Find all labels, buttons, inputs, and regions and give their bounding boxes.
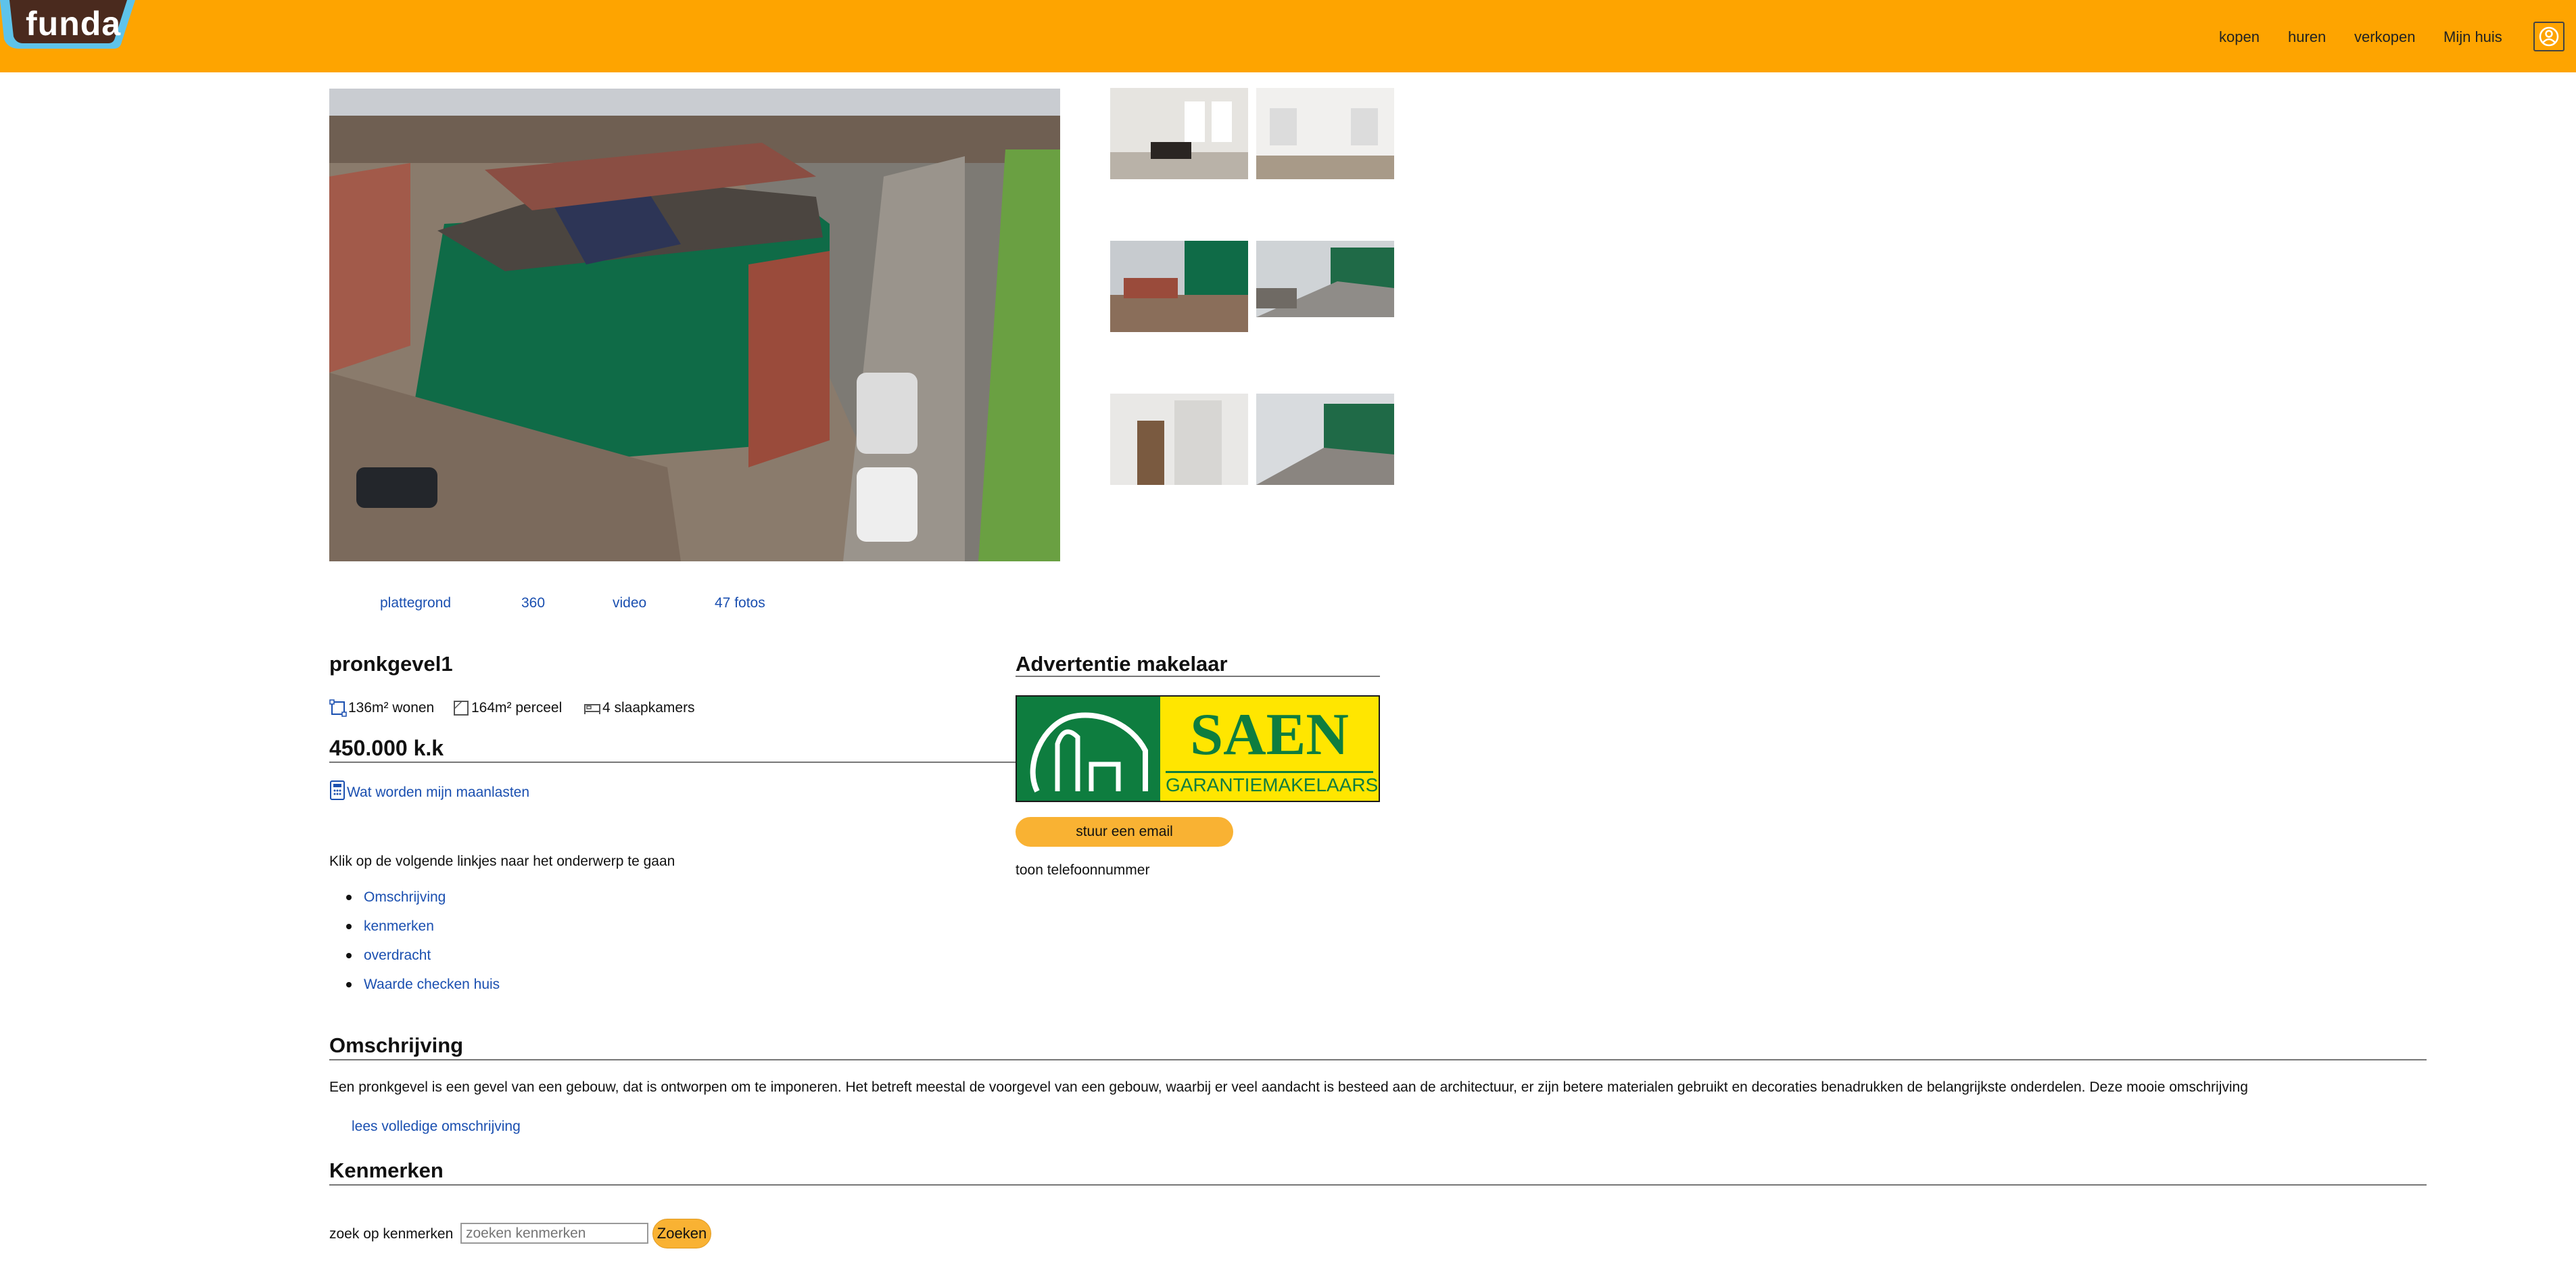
bullet — [346, 952, 352, 958]
description-title: Omschrijving — [329, 1033, 464, 1057]
toc-item: Omschrijving — [346, 883, 500, 912]
feature-living-area: 136m² wonen — [329, 699, 434, 717]
feature-text: 164m² perceel — [471, 700, 563, 716]
agent-title: Advertentie makelaar — [1016, 652, 1228, 676]
thumbnail-image — [1110, 394, 1248, 485]
bullet — [346, 894, 352, 900]
monthly-costs-label: Wat worden mijn maanlasten — [347, 785, 530, 800]
toc-intro: Klik op de volgende linkjes naar het ond… — [329, 854, 675, 869]
funda-logo-text: funda — [26, 5, 122, 43]
email-agent-button[interactable]: stuur een email — [1016, 817, 1233, 847]
kenmerken-divider — [329, 1184, 2427, 1186]
funda-logo[interactable]: funda — [0, 0, 135, 50]
floor-area-icon — [329, 699, 347, 717]
bullet — [346, 923, 352, 929]
toc-list: Omschrijving kenmerken overdracht Waarde… — [346, 883, 500, 999]
toc-item: Waarde checken huis — [346, 970, 500, 999]
user-circle-icon — [2539, 26, 2559, 47]
thumbnail-image — [1110, 88, 1248, 179]
house-photo-image — [329, 89, 1060, 561]
plot-area-icon — [454, 701, 469, 716]
search-button[interactable]: Zoeken — [652, 1219, 711, 1248]
agent-logo-mark — [1017, 697, 1160, 801]
floorplan-link[interactable]: plattegrond — [380, 595, 451, 611]
house-logo-icon — [1030, 712, 1148, 793]
feature-text: 136m² wonen — [348, 700, 435, 716]
thumbnail-image — [1256, 88, 1394, 179]
all-photos-link[interactable]: 47 fotos — [715, 595, 765, 611]
agent-logo[interactable]: SAEN GARANTIEMAKELAARS — [1016, 695, 1380, 802]
toc-link-omschrijving[interactable]: Omschrijving — [364, 889, 446, 906]
agent-divider — [1016, 676, 1380, 677]
main-house-photo[interactable] — [329, 89, 1060, 561]
nav-verkopen[interactable]: verkopen — [2354, 28, 2416, 46]
agent-logo-text-area: SAEN GARANTIEMAKELAARS — [1160, 697, 1379, 801]
toc-link-kenmerken[interactable]: kenmerken — [364, 918, 434, 935]
thumbnail-image — [1256, 241, 1394, 317]
toc-link-overdracht[interactable]: overdracht — [364, 948, 431, 964]
listing-title: pronkgevel1 — [329, 652, 453, 676]
feature-text: 4 slaapkamers — [602, 700, 695, 716]
view-360-link[interactable]: 360 — [521, 595, 545, 611]
kenmerken-title: Kenmerken — [329, 1159, 444, 1182]
thumbnail-image — [1110, 241, 1248, 332]
top-bar: funda kopen huren verkopen Mijn huis — [0, 0, 2576, 72]
thumbnail-5[interactable] — [1110, 394, 1248, 485]
thumbnail-6[interactable] — [1256, 394, 1394, 485]
nav-kopen[interactable]: kopen — [2219, 28, 2260, 46]
calculator-icon — [330, 780, 345, 800]
account-button[interactable] — [2533, 22, 2565, 51]
thumbnail-1[interactable] — [1110, 88, 1248, 179]
thumbnail-image — [1256, 394, 1394, 485]
listing-price: 450.000 k.k — [329, 736, 444, 760]
bullet — [346, 981, 352, 987]
thumbnail-3[interactable] — [1110, 241, 1248, 332]
toc-link-waarde-checken[interactable]: Waarde checken huis — [364, 977, 500, 993]
read-more-link[interactable]: lees volledige omschrijving — [352, 1119, 521, 1135]
toc-item: overdracht — [346, 941, 500, 970]
nav-huren[interactable]: huren — [2288, 28, 2326, 46]
monthly-costs-link[interactable]: Wat worden mijn maanlasten — [329, 780, 529, 801]
bed-icon — [584, 704, 600, 714]
show-phone-link[interactable]: toon telefoonnummer — [1016, 862, 1149, 879]
price-divider — [329, 762, 1016, 763]
description-text: Een pronkgevel is een gevel van een gebo… — [329, 1079, 2248, 1095]
agent-logo-subtitle: GARANTIEMAKELAARS — [1166, 771, 1378, 795]
kenmerken-search-input[interactable] — [460, 1223, 648, 1244]
nav-mijn-huis[interactable]: Mijn huis — [2443, 28, 2502, 46]
agent-logo-name: SAEN — [1190, 702, 1349, 768]
feature-plot-area: 164m² perceel — [452, 699, 562, 717]
video-link[interactable]: video — [613, 595, 646, 611]
feature-bedrooms: 4 slaapkamers — [583, 699, 695, 717]
description-divider — [329, 1059, 2427, 1060]
search-label: zoek op kenmerken — [329, 1226, 454, 1242]
toc-item: kenmerken — [346, 912, 500, 941]
thumbnail-2[interactable] — [1256, 88, 1394, 179]
thumbnail-4[interactable] — [1256, 241, 1394, 317]
